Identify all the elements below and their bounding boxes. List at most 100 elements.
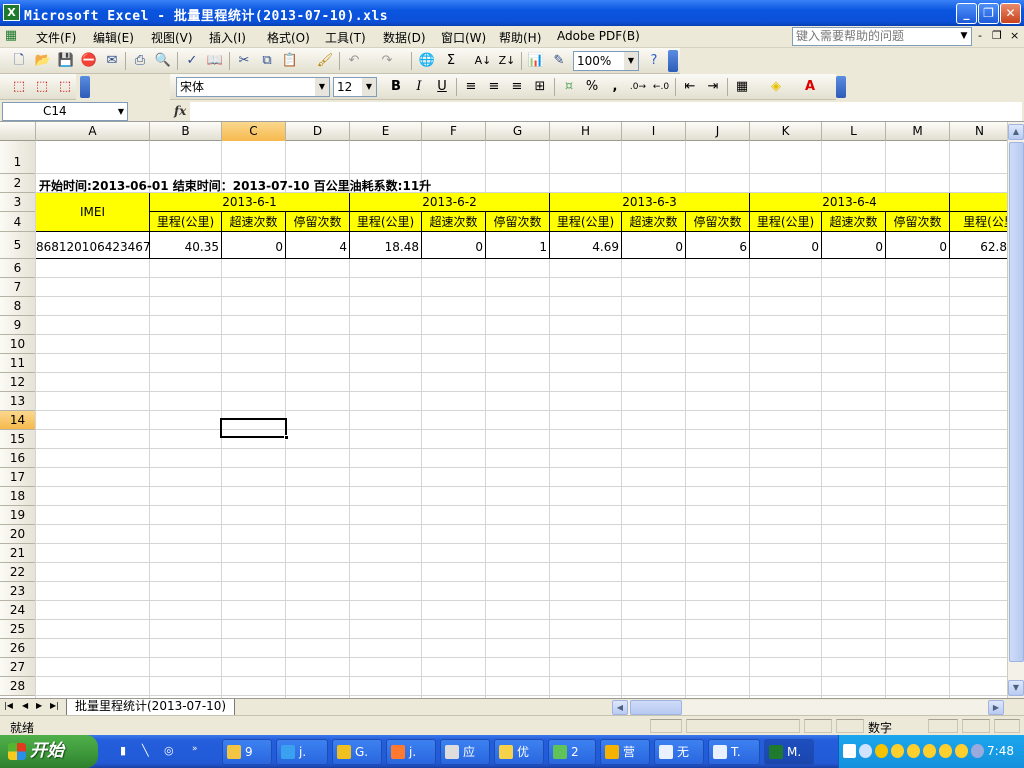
increase-decimal-icon[interactable]: .0→ — [629, 78, 647, 96]
sort-descending-icon[interactable]: Z↓ — [498, 52, 516, 70]
font-size-dropdown-icon[interactable]: ▼ — [362, 78, 376, 96]
data-value-cell[interactable]: 0 — [222, 232, 286, 259]
font-name-dropdown-icon[interactable]: ▼ — [315, 78, 329, 96]
font-color-icon[interactable]: A — [801, 78, 819, 96]
excel-app-icon[interactable]: X — [3, 4, 20, 21]
task-button-folder[interactable]: 9 — [222, 739, 272, 765]
sub-header-cell[interactable]: 超速次数 — [622, 212, 686, 232]
scroll-left-icon[interactable]: ◀ — [612, 700, 628, 715]
row-header-1[interactable]: 1 — [0, 141, 36, 174]
quicklaunch-icon-1[interactable]: ▮ — [120, 744, 134, 759]
zoom-dropdown-icon[interactable]: ▼ — [624, 52, 638, 70]
font-size-select[interactable]: 12 ▼ — [333, 77, 377, 97]
sub-header-cell[interactable]: 停留次数 — [486, 212, 550, 232]
tray-app-icon[interactable] — [875, 744, 888, 758]
row-header-8[interactable]: 8 — [0, 297, 36, 316]
column-header-g[interactable]: G — [486, 122, 550, 141]
row-header-25[interactable]: 25 — [0, 620, 36, 639]
close-button[interactable]: ✕ — [1000, 3, 1021, 24]
data-value-cell[interactable]: 18.48 — [350, 232, 422, 259]
sub-header-cell[interactable]: 超速次数 — [822, 212, 886, 232]
chart-wizard-icon[interactable]: 📊 — [527, 52, 545, 70]
start-button[interactable]: 开始 — [0, 735, 98, 768]
data-value-cell[interactable]: 40.35 — [150, 232, 222, 259]
imei-header-cell[interactable]: IMEI — [36, 193, 150, 232]
menu-edit[interactable]: 编辑(E) — [93, 29, 134, 46]
column-header-n[interactable]: N — [950, 122, 1007, 141]
column-header-k[interactable]: K — [750, 122, 822, 141]
sub-header-cell[interactable]: 里程(公里) — [750, 212, 822, 232]
decrease-indent-icon[interactable]: ⇤ — [681, 78, 699, 96]
task-button-app[interactable]: 应 — [440, 739, 490, 765]
prev-sheet-icon[interactable]: ◀ — [22, 701, 28, 710]
row-header-14[interactable]: 14 — [0, 411, 36, 430]
tray-expand-icon[interactable] — [859, 744, 872, 758]
sub-header-cell[interactable]: 里程(公里) — [550, 212, 622, 232]
data-value-cell[interactable]: 0 — [750, 232, 822, 259]
bold-button[interactable]: B — [387, 78, 405, 96]
row-header-16[interactable]: 16 — [0, 449, 36, 468]
font-name-select[interactable]: 宋体 ▼ — [176, 77, 330, 97]
row-header-28[interactable]: 28 — [0, 677, 36, 696]
autosum-icon[interactable]: Σ — [442, 52, 460, 70]
info-row-text[interactable]: 开始时间:2013-06-01 结束时间：2013-07-10 百公里油耗系数:… — [39, 177, 431, 194]
help-search-input[interactable]: 键入需要帮助的问题 ▼ — [792, 27, 972, 46]
drawing-icon[interactable]: ✎ — [550, 52, 568, 70]
task-button-group[interactable]: 2 — [548, 739, 596, 765]
task-button-ie[interactable]: j. — [276, 739, 328, 765]
hyperlink-icon[interactable]: 🌐 — [418, 52, 436, 70]
task-button-wu[interactable]: 无 — [654, 739, 704, 765]
align-right-icon[interactable]: ≡ — [508, 78, 526, 96]
restore-button[interactable]: ❐ — [978, 3, 999, 24]
spreadsheet-grid[interactable]: ABCDEFGHIJKLMN 1 2 3 4 5 6 7 8 9 10 11 12 13 14 15 16 17… — [0, 122, 1007, 698]
research-icon[interactable]: 📖 — [206, 52, 224, 70]
row-header-13[interactable]: 13 — [0, 392, 36, 411]
copy-icon[interactable]: ⧉ — [258, 52, 276, 70]
fill-handle[interactable] — [284, 435, 289, 440]
select-all-corner[interactable] — [0, 122, 36, 141]
column-header-f[interactable]: F — [422, 122, 486, 141]
volume-icon[interactable] — [971, 744, 984, 758]
pdf-toolbar-grip[interactable] — [80, 76, 90, 98]
sub-header-cell[interactable]: 里程(公里) — [150, 212, 222, 232]
row-header-3[interactable]: 3 — [0, 193, 36, 212]
save-icon[interactable]: 💾 — [57, 52, 75, 70]
data-value-cell[interactable]: 0 — [822, 232, 886, 259]
data-value-cell[interactable]: 4 — [286, 232, 350, 259]
qq-icon[interactable] — [891, 744, 904, 758]
underline-button[interactable]: U — [433, 78, 451, 96]
column-header-e[interactable]: E — [350, 122, 422, 141]
imei-value-cell[interactable]: 868120106423467 — [36, 232, 150, 259]
next-sheet-icon[interactable]: ▶ — [36, 701, 42, 710]
task-button-you[interactable]: 优 — [494, 739, 544, 765]
row-header-26[interactable]: 26 — [0, 639, 36, 658]
row-header-24[interactable]: 24 — [0, 601, 36, 620]
vertical-scroll-thumb[interactable] — [1009, 142, 1024, 662]
row-header-2[interactable]: 2 — [0, 174, 36, 193]
row-header-7[interactable]: 7 — [0, 278, 36, 297]
help-dropdown-icon[interactable]: ▼ — [957, 28, 971, 45]
row-header-10[interactable]: 10 — [0, 335, 36, 354]
column-header-c[interactable]: C — [222, 122, 286, 141]
row-header-20[interactable]: 20 — [0, 525, 36, 544]
row-header-5[interactable]: 5 — [0, 232, 36, 259]
name-box[interactable]: C14 ▼ — [2, 102, 128, 121]
fill-color-icon[interactable]: ◈ — [767, 78, 785, 96]
undo-icon[interactable]: ↶ — [345, 52, 363, 70]
help-icon[interactable]: ? — [645, 52, 663, 70]
scroll-right-icon[interactable]: ▶ — [988, 700, 1004, 715]
task-button-g[interactable]: G. — [332, 739, 382, 765]
open-icon[interactable]: 📂 — [34, 52, 52, 70]
quicklaunch-more-icon[interactable]: » — [192, 744, 206, 759]
task-button-ying[interactable]: 营 — [600, 739, 650, 765]
print-icon[interactable]: ⎙ — [131, 52, 149, 70]
borders-icon[interactable]: ▦ — [733, 78, 751, 96]
row-header-27[interactable]: 27 — [0, 658, 36, 677]
data-value-cell-partial[interactable]: 62.8 — [950, 232, 1007, 259]
date-header-cell[interactable]: 2013-6-1 — [150, 193, 350, 212]
vertical-scrollbar[interactable]: ▲ ▼ — [1007, 122, 1024, 698]
pdf-convert-icon[interactable]: ⬚ — [10, 78, 28, 96]
spelling-icon[interactable]: ✓ — [183, 52, 201, 70]
column-header-m[interactable]: M — [886, 122, 950, 141]
menu-tools[interactable]: 工具(T) — [325, 29, 366, 46]
